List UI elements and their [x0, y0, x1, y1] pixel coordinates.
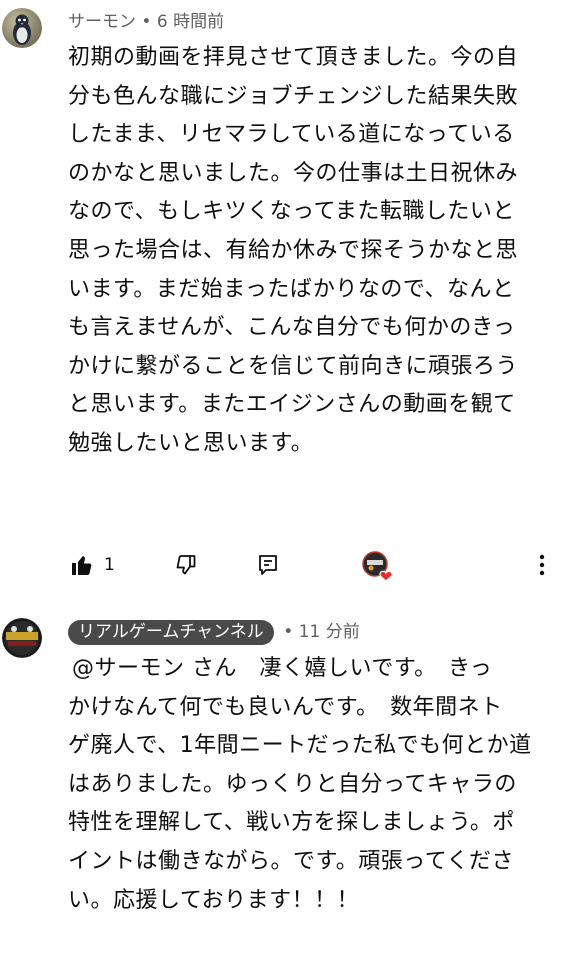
comment-line: かけなんて何でも良いんです。 数年間ネト	[68, 694, 503, 720]
comment-line: 分も色んな職にジョブチェンジした結果失敗	[68, 83, 519, 109]
comment-line: のかなと思いました。今の仕事は土日祝休み	[68, 160, 519, 186]
creator-author-chip[interactable]: リアルゲームチャンネル	[68, 620, 274, 645]
author-name[interactable]: サーモン	[68, 12, 136, 32]
comment-line: ゲ廃人で、1年間ニートだった私でも何とか道	[68, 733, 532, 759]
timestamp[interactable]: 11 分前	[299, 622, 360, 642]
comment-line: イントは働きながら。です。頑張ってくださ	[68, 848, 515, 874]
comment-text: @サーモン さん 凄く嬉しいです。 きっ かけなんて何でも良いんです。 数年間ネ…	[68, 650, 532, 920]
comment-line: 思った場合は、有給か休みで探そうかなと思	[68, 237, 519, 263]
comment-line: 勉強したいと思います。	[68, 430, 314, 456]
reply-button[interactable]	[252, 545, 284, 585]
comment-header: リアルゲームチャンネル • 11 分前	[68, 620, 360, 645]
comment-action-bar: 1	[0, 545, 572, 585]
comment-line: なので、もしキツくなってまた転職したいと	[68, 199, 515, 225]
more-actions-button[interactable]	[528, 545, 556, 585]
like-button[interactable]	[66, 545, 98, 585]
dislike-button[interactable]	[170, 545, 202, 585]
avatar[interactable]	[2, 618, 42, 658]
comment-header: サーモン • 6 時間前	[68, 10, 224, 34]
thumbs-down-icon	[176, 555, 196, 575]
comment-line: 特性を理解して、戦い方を探しましょう。ポ	[68, 810, 515, 836]
comment-line: います。まだ始まったばかりなので、なんと	[68, 276, 515, 302]
comment-line: 初期の動画を拝見させて頂きました。今の自	[68, 45, 519, 70]
meta-separator: •	[141, 12, 152, 32]
comment-line: @サーモン さん 凄く嬉しいです。 きっ	[72, 656, 493, 681]
comment-line: も言えませんが、こんな自分でも何かのきっ	[68, 315, 516, 341]
comment-line: したまま、リセマラしている道になっている	[68, 122, 515, 148]
channel-logo-icon	[2, 618, 42, 658]
meta-separator: •	[283, 622, 294, 642]
comment-line: と思います。またエイジンさんの動画を観て	[68, 392, 516, 418]
reply-comment-icon	[259, 555, 277, 575]
comment-line: い。応援しております！！！	[68, 887, 360, 913]
comment-text: 初期の動画を拝見させて頂きました。今の自 分も色んな職にジョブチェンジした結果失…	[68, 39, 518, 464]
like-count: 1	[104, 555, 115, 575]
more-vertical-icon	[539, 554, 545, 576]
creator-heart-icon	[362, 551, 393, 582]
penguin-avatar-icon	[2, 8, 42, 48]
avatar[interactable]	[2, 8, 42, 48]
creator-heart	[360, 549, 396, 585]
thumbs-up-icon	[72, 556, 92, 575]
comment-line: はありました。ゆっくりと自分ってキャラの	[68, 771, 517, 797]
timestamp[interactable]: 6 時間前	[157, 12, 224, 32]
comment-line: かけに繋がることを信じて前向きに頑張ろう	[68, 353, 519, 379]
